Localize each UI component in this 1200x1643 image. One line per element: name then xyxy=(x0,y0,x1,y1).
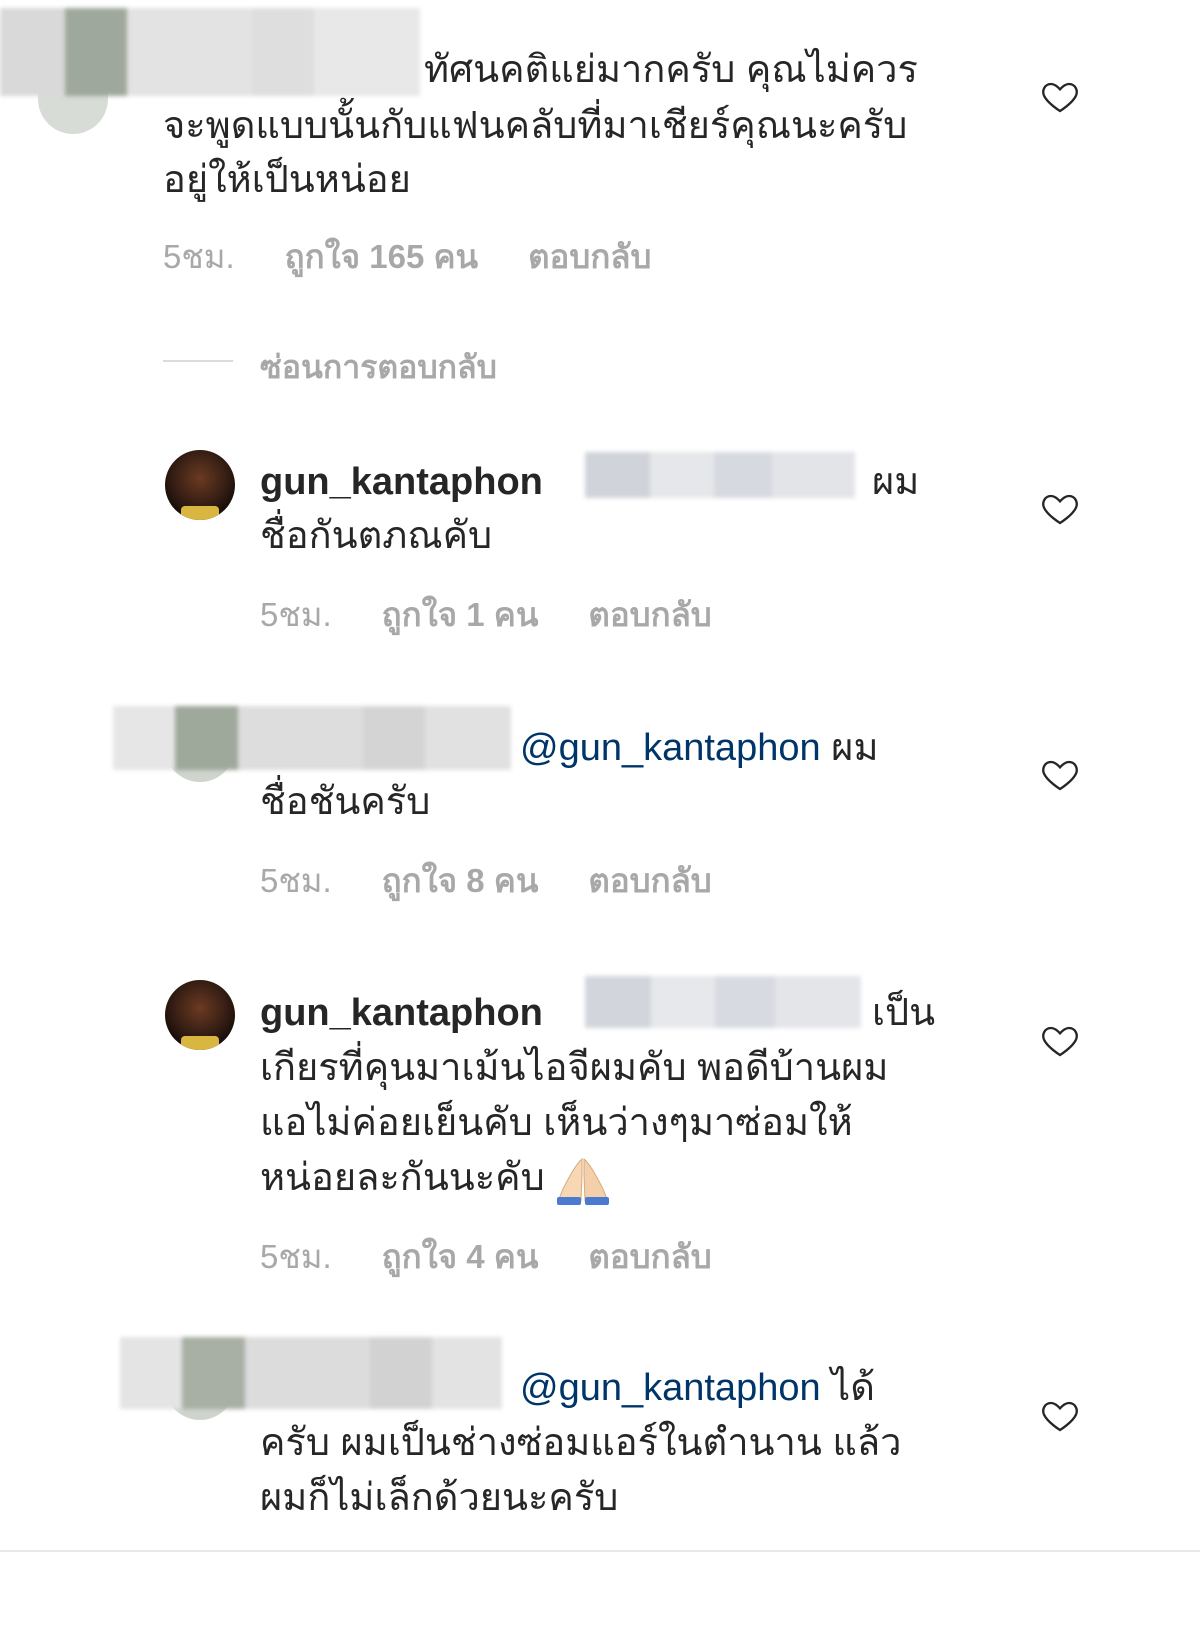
reply-button[interactable]: ตอบกลับ xyxy=(588,854,711,907)
blurred-mention xyxy=(585,452,855,498)
comment-text: เป็น xyxy=(872,992,936,1034)
username[interactable]: gun_kantaphon xyxy=(260,992,543,1034)
folded-hands-emoji xyxy=(557,1157,610,1205)
username[interactable]: gun_kantaphon xyxy=(260,461,543,503)
heart-outline-icon[interactable] xyxy=(1040,488,1080,528)
comment-text: เกียรที่คุนมาเม้นไอจีผมคับ พอดีบ้านผม xyxy=(260,1047,889,1089)
reply-button[interactable]: ตอบกลับ xyxy=(588,588,711,641)
reply-button[interactable]: ตอบกลับ xyxy=(528,230,651,283)
comment-text: ครับ ผมเป็นช่างซ่อมแอร์ในตำนาน แล้ว xyxy=(260,1422,902,1464)
comment-line: @gun_kantaphon ผม xyxy=(520,720,879,777)
comment-text: หน่อยละกันนะคับ xyxy=(260,1157,545,1199)
comment-text: ผม xyxy=(872,461,920,503)
avatar[interactable] xyxy=(165,980,235,1050)
comment-text: ผมก็ไม่เล็กด้วยนะครับ xyxy=(260,1477,619,1519)
comment-meta: 5ชม. ถูกใจ 8 คน ตอบกลับ xyxy=(260,854,762,907)
comment-text: ผม xyxy=(831,727,879,769)
blurred-username xyxy=(0,8,420,96)
timestamp: 5ชม. xyxy=(163,238,235,275)
comment-text: อยู่ให้เป็นหน่อย xyxy=(163,159,411,201)
timestamp: 5ชม. xyxy=(260,596,332,633)
heart-outline-icon[interactable] xyxy=(1040,754,1080,794)
comment-text: จะพูดแบบนั้นกับแฟนคลับที่มาเชียร์คุณนะคร… xyxy=(163,105,908,147)
likes-count[interactable]: ถูกใจ 4 คน xyxy=(382,1230,539,1283)
comment-line: gun_kantaphon xyxy=(260,985,543,1042)
comment-meta: 5ชม. ถูกใจ 4 คน ตอบกลับ xyxy=(260,1230,762,1283)
bottom-divider xyxy=(0,1550,1200,1552)
blurred-username xyxy=(113,706,511,770)
likes-count[interactable]: ถูกใจ 8 คน xyxy=(382,854,539,907)
heart-outline-icon[interactable] xyxy=(1040,76,1080,116)
divider xyxy=(163,360,233,362)
comment-text: ชื่อชันครับ xyxy=(260,781,431,823)
blurred-username xyxy=(120,1337,502,1409)
comment-meta: 5ชม. ถูกใจ 165 คน ตอบกลับ xyxy=(163,230,701,283)
likes-count[interactable]: ถูกใจ 165 คน xyxy=(285,230,478,283)
comment-text: ทัศนคติแย่มากครับ คุณไม่ควร xyxy=(424,49,918,91)
comment-text: แอไม่ค่อยเย็นคับ เห็นว่างๆมาซ่อมให้ xyxy=(260,1102,853,1144)
mention-link[interactable]: @gun_kantaphon xyxy=(520,727,821,769)
mention-link[interactable]: @gun_kantaphon xyxy=(520,1367,821,1409)
comment-meta: 5ชม. ถูกใจ 1 คน ตอบกลับ xyxy=(260,588,762,641)
comment-line: @gun_kantaphon ได้ xyxy=(520,1360,875,1417)
likes-count[interactable]: ถูกใจ 1 คน xyxy=(382,588,539,641)
timestamp: 5ชม. xyxy=(260,862,332,899)
comment-line: หน่อยละกันนะคับ xyxy=(260,1150,611,1207)
blurred-mention xyxy=(585,976,861,1028)
avatar[interactable] xyxy=(165,450,235,520)
reply-button[interactable]: ตอบกลับ xyxy=(588,1230,711,1283)
hide-replies-button[interactable]: ซ่อนการตอบกลับ xyxy=(260,342,497,393)
heart-outline-icon[interactable] xyxy=(1040,1395,1080,1435)
comment-text: ชื่อกันตภณคับ xyxy=(260,515,493,557)
comment-line: gun_kantaphon xyxy=(260,454,543,511)
timestamp: 5ชม. xyxy=(260,1238,332,1275)
comment-text: ได้ xyxy=(831,1367,875,1409)
heart-outline-icon[interactable] xyxy=(1040,1020,1080,1060)
